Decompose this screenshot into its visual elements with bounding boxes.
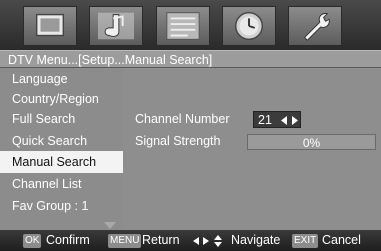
confirm-label: Confirm xyxy=(46,233,90,247)
ok-key: OK xyxy=(23,234,42,248)
menu-item-full-search[interactable]: Full Search xyxy=(0,108,123,130)
channel-number-value: 21 xyxy=(258,113,272,127)
menu-item-channel-list[interactable]: Channel List xyxy=(0,173,123,195)
channel-number-label: Channel Number xyxy=(135,112,230,126)
menu-icon-bar xyxy=(0,0,381,50)
signal-strength-label: Signal Strength xyxy=(135,134,221,148)
setup-list-icon[interactable] xyxy=(156,6,210,46)
return-label: Return xyxy=(142,233,180,247)
navigate-arrows-icon xyxy=(193,235,222,247)
menu-item-country-region[interactable]: Country/Region xyxy=(0,88,123,110)
wrench-icon[interactable] xyxy=(288,6,342,46)
audio-note-icon[interactable] xyxy=(89,6,143,46)
navigate-label: Navigate xyxy=(231,233,281,247)
menu-key: MENU xyxy=(108,234,142,248)
channel-number-selector[interactable]: 21 xyxy=(253,111,301,128)
menu-item-quick-search[interactable]: Quick Search xyxy=(0,130,123,152)
page-title: DTV Menu...[Setup...Manual Search] xyxy=(8,53,213,67)
scroll-down-arrow-icon[interactable] xyxy=(104,222,116,229)
breadcrumb-title-bar: DTV Menu...[Setup...Manual Search] xyxy=(0,50,381,68)
menu-item-manual-search[interactable]: Manual Search xyxy=(0,151,123,173)
picture-icon[interactable] xyxy=(23,6,77,46)
key-hint-footer: OK Confirm MENU Return Navigate EXIT Can… xyxy=(0,230,381,251)
left-right-arrows-icon xyxy=(281,116,298,125)
clock-icon[interactable] xyxy=(222,6,276,46)
cancel-label: Cancel xyxy=(322,233,361,247)
signal-strength-value: 0% xyxy=(302,136,321,150)
signal-strength-bar: 0% xyxy=(247,134,376,150)
exit-key: EXIT xyxy=(292,234,319,248)
menu-item-fav-group[interactable]: Fav Group : 1 xyxy=(0,195,123,217)
menu-item-language[interactable]: Language xyxy=(0,68,123,90)
